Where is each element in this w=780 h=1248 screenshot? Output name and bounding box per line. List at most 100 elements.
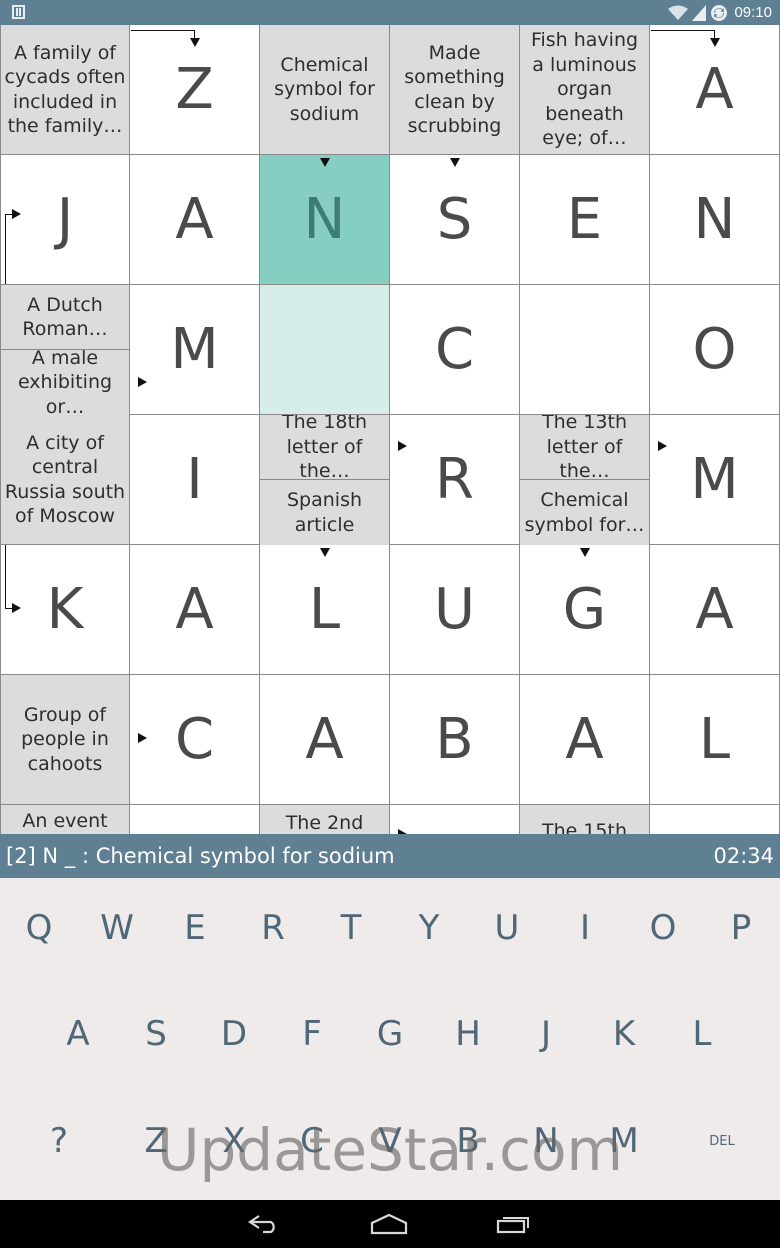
arrow-connector: [5, 214, 12, 215]
letter-cell[interactable]: C: [130, 675, 260, 805]
cell-letter: [130, 805, 259, 834]
cell-letter: C: [174, 707, 215, 772]
clue-text: Fish having a luminous organ beneath eye…: [530, 29, 639, 150]
key-e[interactable]: E: [156, 878, 234, 978]
arrow-connector: [194, 30, 195, 38]
clue-cell[interactable]: The 15th: [520, 805, 650, 834]
letter-cell[interactable]: A: [130, 545, 260, 675]
clue-cell[interactable]: Chemical symbol for sodium: [260, 25, 390, 155]
clue-cell[interactable]: The 2nd: [260, 805, 390, 834]
back-button[interactable]: [234, 1204, 294, 1244]
letter-cell[interactable]: A: [520, 675, 650, 805]
clue-cell[interactable]: An event: [0, 805, 130, 834]
clue-cell[interactable]: Made something clean by scrubbing: [390, 25, 520, 155]
current-clue: [2] N _ : Chemical symbol for sodium: [6, 844, 395, 868]
key-m[interactable]: M: [585, 1091, 663, 1191]
arrow-connector: [5, 214, 6, 284]
key-z[interactable]: Z: [117, 1091, 195, 1191]
key-v[interactable]: V: [351, 1091, 429, 1191]
split-clue-cell[interactable]: The 18th letter of the… Spanish article: [260, 415, 390, 545]
letter-cell[interactable]: [520, 285, 650, 415]
letter-cell[interactable]: N: [650, 155, 780, 285]
key-a[interactable]: A: [39, 984, 117, 1084]
key-k[interactable]: K: [585, 984, 663, 1084]
letter-cell[interactable]: [390, 805, 520, 834]
key-f[interactable]: F: [273, 984, 351, 1084]
key-d[interactable]: D: [195, 984, 273, 1084]
key-w[interactable]: W: [78, 878, 156, 978]
letter-cell[interactable]: R: [390, 415, 520, 545]
recents-button[interactable]: [484, 1204, 544, 1244]
letter-cell[interactable]: A: [260, 675, 390, 805]
letter-cell[interactable]: L: [650, 675, 780, 805]
delete-key[interactable]: DEL: [683, 1091, 761, 1191]
key-b[interactable]: B: [429, 1091, 507, 1191]
key-question[interactable]: ?: [20, 1091, 98, 1191]
key-g[interactable]: G: [351, 984, 429, 1084]
key-x[interactable]: X: [195, 1091, 273, 1191]
letter-cell[interactable]: [650, 805, 780, 834]
letter-cell[interactable]: O: [650, 285, 780, 415]
back-icon: [248, 1215, 275, 1234]
clock: 09:10: [734, 4, 772, 21]
cell-letter: C: [434, 317, 475, 382]
key-l[interactable]: L: [663, 984, 741, 1084]
letter-cell[interactable]: G: [520, 545, 650, 675]
home-button[interactable]: [359, 1204, 419, 1244]
cell-letter: B: [435, 707, 474, 772]
cell-letter: G: [562, 577, 607, 642]
keyboard: Q W E R T Y U I O P A S D F G H J K L ? …: [0, 878, 780, 1200]
key-c[interactable]: C: [273, 1091, 351, 1191]
letter-cell[interactable]: U: [390, 545, 520, 675]
key-s[interactable]: S: [117, 984, 195, 1084]
key-p[interactable]: P: [702, 878, 780, 978]
key-i[interactable]: I: [546, 878, 624, 978]
clue-cell[interactable]: A city of central Russia south of Moscow: [0, 415, 130, 545]
letter-cell[interactable]: [130, 805, 260, 834]
arrow-right-icon: [398, 441, 407, 451]
clue-text: A city of central Russia south of Moscow: [4, 431, 126, 528]
clue-bar: [2] N _ : Chemical symbol for sodium 02:…: [0, 834, 780, 878]
key-r[interactable]: R: [234, 878, 312, 978]
clue-text: The 13th letter of the…: [520, 415, 649, 480]
letter-cell[interactable]: L: [260, 545, 390, 675]
clue-cell[interactable]: Fish having a luminous organ beneath eye…: [520, 25, 650, 155]
split-clue-cell[interactable]: The 13th letter of the… Chemical symbol …: [520, 415, 650, 545]
letter-cell[interactable]: A: [130, 155, 260, 285]
arrow-right-icon: [138, 377, 147, 387]
arrow-connector: [5, 545, 6, 609]
cell-letter: U: [434, 577, 475, 642]
clue-text: The 15th: [541, 820, 628, 834]
cell-letter: M: [690, 447, 739, 512]
word-letter-cell[interactable]: [260, 285, 390, 415]
letter-cell[interactable]: A: [650, 545, 780, 675]
key-h[interactable]: H: [429, 984, 507, 1084]
letter-cell[interactable]: E: [520, 155, 650, 285]
letter-cell[interactable]: J: [0, 155, 130, 285]
timer: 02:34: [713, 844, 774, 868]
key-q[interactable]: Q: [0, 878, 78, 978]
letter-cell[interactable]: S: [390, 155, 520, 285]
active-letter-cell[interactable]: N: [260, 155, 390, 285]
letter-cell[interactable]: M: [130, 285, 260, 415]
status-icons: [668, 3, 728, 22]
cell-letter: A: [695, 577, 734, 642]
split-clue-cell[interactable]: A Dutch Roman… A male exhibiting or…: [0, 285, 130, 415]
letter-cell[interactable]: C: [390, 285, 520, 415]
key-n[interactable]: N: [507, 1091, 585, 1191]
key-y[interactable]: Y: [390, 878, 468, 978]
letter-cell[interactable]: M: [650, 415, 780, 545]
cell-letter: R: [435, 447, 474, 512]
letter-cell[interactable]: B: [390, 675, 520, 805]
key-u[interactable]: U: [468, 878, 546, 978]
crossword-grid[interactable]: A family of cycads often included in the…: [0, 25, 780, 834]
arrow-right-icon: [12, 209, 21, 219]
key-o[interactable]: O: [624, 878, 702, 978]
arrow-down-icon: [320, 548, 330, 557]
cell-letter: E: [566, 187, 603, 252]
clue-cell[interactable]: Group of people in cahoots: [0, 675, 130, 805]
clue-cell[interactable]: A family of cycads often included in the…: [0, 25, 130, 155]
key-t[interactable]: T: [312, 878, 390, 978]
letter-cell[interactable]: I: [130, 415, 260, 545]
key-j[interactable]: J: [507, 984, 585, 1084]
